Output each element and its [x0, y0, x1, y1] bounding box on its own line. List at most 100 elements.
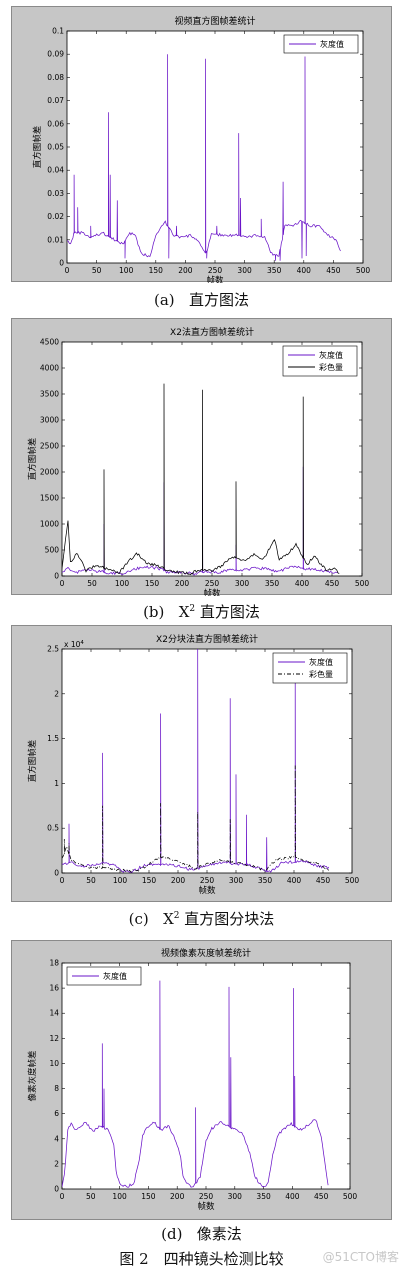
x-tick-label: 350: [256, 1192, 271, 1201]
chart-title: 视频直方图帧差统计: [174, 15, 255, 27]
x-axis-label: 帧数: [198, 885, 216, 896]
caption-c-prefix: (c): [128, 910, 149, 928]
y-tick-label: 2.5: [47, 645, 59, 654]
x-tick-label: 200: [171, 876, 186, 885]
x-tick-label: 400: [297, 266, 312, 275]
x-tick-label: 400: [285, 1192, 300, 1201]
caption-a-prefix: (a): [154, 291, 175, 309]
legend-label: 灰度值: [319, 350, 343, 360]
x-tick-label: 150: [142, 876, 157, 885]
plot-area: [66, 30, 364, 264]
x-tick-label: 500: [345, 876, 360, 885]
caption-c-text: 直方图分块法: [184, 910, 275, 928]
x-tick-label: 350: [265, 579, 280, 588]
x-tick-label: 250: [205, 579, 220, 588]
y-axis-label: 直方图帧差: [27, 740, 38, 783]
x-tick-label: 50: [92, 266, 102, 275]
y-tick-label: 0.01: [47, 235, 64, 244]
y-tick-label: 2000: [40, 468, 59, 477]
y-tick-label: 0.08: [47, 73, 64, 82]
x-tick-label: 350: [267, 266, 282, 275]
x-tick-label: 100: [119, 266, 134, 275]
y-tick-label: 6: [54, 1109, 59, 1118]
y-tick-label: 0: [54, 869, 59, 878]
y-tick-label: 12: [49, 1034, 59, 1043]
x-tick-label: 300: [235, 579, 250, 588]
x-tick-label: 0: [60, 876, 65, 885]
chart-title: 视频像素灰度帧差统计: [161, 947, 251, 959]
x-tick-label: 300: [229, 876, 244, 885]
x-tick-label: 50: [86, 876, 96, 885]
chart-title: X2法直方图帧差统计: [170, 326, 254, 338]
y-tick-label: 0.07: [47, 96, 64, 105]
legend-label: 彩色量: [319, 362, 343, 372]
chart-d: 视频像素灰度帧差统计0 50 100 150 200 250 300 350 400 450 500…: [27, 947, 358, 1212]
x-tick-label: 250: [200, 876, 215, 885]
x-tick-label: 400: [287, 876, 302, 885]
y-tick-label: 14: [49, 1009, 59, 1018]
y-tick-label: 1: [54, 779, 59, 788]
y-tick-label: 3500: [40, 390, 59, 399]
x-tick-label: 450: [314, 1192, 329, 1201]
y-axis-label: 像素灰度帧差: [27, 1050, 38, 1101]
x-tick-label: 0: [65, 266, 70, 275]
chart-panel-d: 视频像素灰度帧差统计 0 50 100 150 200 250 300 350 400 450 500…: [11, 940, 392, 1220]
y-tick-label: 1500: [40, 494, 59, 503]
y-tick-label: 0.04: [47, 166, 64, 175]
y-tick-label: 10: [49, 1059, 59, 1068]
plot-area: [61, 341, 363, 577]
y-tick-label: 0.1: [52, 27, 64, 36]
watermark: @51CTO博客: [322, 1250, 399, 1264]
y-tick-label: 4000: [40, 364, 59, 373]
plot-area: [61, 962, 351, 1190]
caption-b-text: 直方图法: [199, 603, 260, 621]
x-axis-label: 帧数: [197, 1201, 215, 1212]
chart-panel-a: 视频直方图帧差统计 0 50 100 150 200 250 300 350 400 450 500 0…: [11, 6, 392, 283]
x-tick-label: 300: [237, 266, 252, 275]
x-tick-label: 250: [208, 266, 223, 275]
x-tick-label: 500: [356, 266, 371, 275]
caption-b-chi: X: [178, 603, 190, 621]
chart-c: X2分块法直方图帧差统计 0 50 100 150 200 250 300 350 400 450 5…: [27, 633, 360, 896]
x-tick-label: 450: [316, 876, 331, 885]
x-tick-label: 500: [343, 1192, 358, 1201]
y-tick-label: 0: [54, 1185, 59, 1194]
x-tick-label: 200: [170, 1192, 185, 1201]
y-tick-label: 0.03: [47, 189, 64, 198]
x-axis-label: 帧数: [206, 275, 224, 283]
y-axis-label: 直方图帧差: [27, 438, 38, 481]
legend-label: 彩色量: [309, 669, 333, 679]
y-tick-label: 2500: [40, 442, 59, 451]
caption-a: (a) 直方图法: [0, 289, 403, 310]
y-tick-label: 0.06: [47, 119, 64, 128]
y-tick-label: 8: [54, 1084, 59, 1093]
y-tick-label: 0: [59, 259, 64, 268]
y-tick-label: 2: [54, 689, 59, 698]
caption-d-prefix: (d): [161, 1225, 183, 1243]
y-tick-label: 2: [54, 1159, 59, 1168]
y-tick-label: 0.02: [47, 212, 64, 221]
caption-d-text: 像素法: [196, 1225, 242, 1243]
caption-d: (d) 像素法: [0, 1223, 403, 1244]
y-tick-label: 4: [54, 1134, 59, 1143]
caption-c-chi: X: [163, 910, 174, 928]
y-tick-label: 4500: [40, 338, 59, 347]
y-tick-label: 0.09: [47, 50, 64, 59]
x-tick-label: 500: [355, 579, 370, 588]
x-tick-label: 100: [112, 1192, 127, 1201]
y-tick-label: 1000: [40, 520, 59, 529]
x-tick-label: 150: [149, 266, 164, 275]
x-tick-label: 200: [175, 579, 190, 588]
x-tick-label: 450: [326, 266, 341, 275]
caption-a-text: 直方图法: [188, 291, 249, 309]
chart-panel-b: X2法直方图帧差统计 0 50 100 150 200 250 300 350 400 450 500…: [11, 318, 392, 596]
y-tick-label: 0.05: [47, 143, 64, 152]
legend-label: 灰度值: [309, 657, 333, 667]
caption-c-sup: 2: [173, 911, 180, 921]
caption-b-prefix: (b): [143, 603, 165, 621]
x-tick-label: 200: [178, 266, 193, 275]
y-exponent-sup: 4: [80, 640, 84, 646]
x-tick-label: 300: [228, 1192, 243, 1201]
y-axis-label: 直方图帧差: [32, 126, 43, 169]
x-tick-label: 50: [86, 1192, 96, 1201]
